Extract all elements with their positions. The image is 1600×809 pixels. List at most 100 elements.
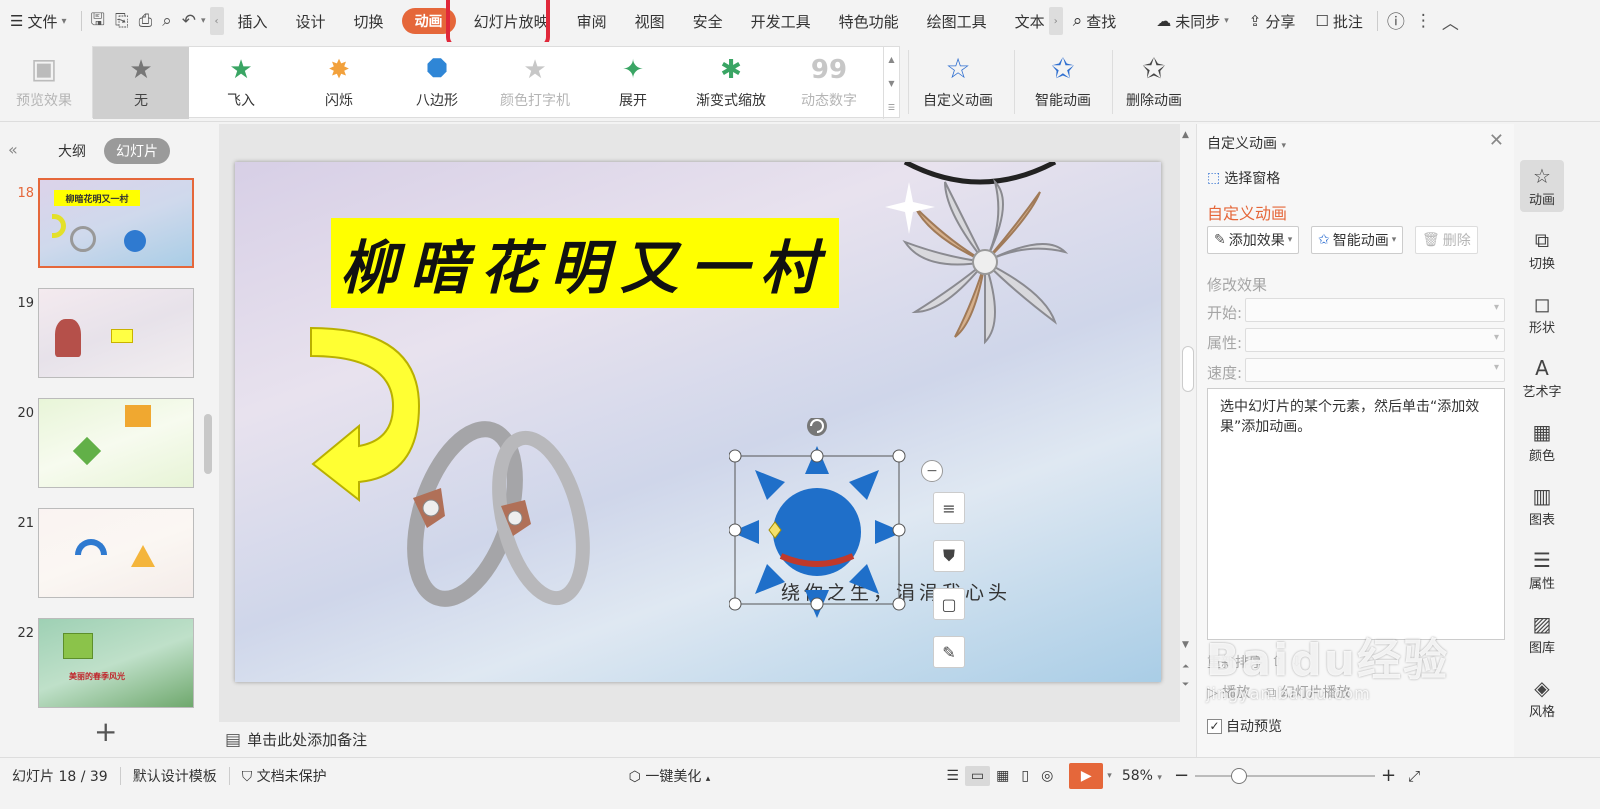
panel-header[interactable]: 自定义动画 ▾	[1207, 133, 1286, 153]
scroll-thumb[interactable]	[1182, 346, 1194, 392]
sidebar-item-property[interactable]: ☰ 属性	[1520, 544, 1564, 596]
zoom-out-icon[interactable]: −	[1168, 765, 1195, 786]
sidebar-item-gallery[interactable]: ▨ 图库	[1520, 608, 1564, 660]
template-name[interactable]: 默认设计模板	[121, 766, 229, 786]
normal-view-icon[interactable]: ▭	[964, 765, 991, 786]
chevron-down-icon[interactable]: ▾	[1103, 771, 1116, 781]
help-icon[interactable]: ⓘ	[1382, 8, 1410, 34]
tab-insert[interactable]: 插入	[224, 0, 282, 42]
comment-button[interactable]: ☐ 批注	[1305, 0, 1372, 42]
sidebar-item-art-text[interactable]: A 艺术字	[1520, 352, 1564, 404]
sidebar-item-switch[interactable]: ⧉ 切换	[1520, 224, 1564, 276]
search-button[interactable]: ⌕ 查找	[1063, 0, 1127, 42]
zoom-in-icon[interactable]: +	[1375, 765, 1402, 786]
property-select[interactable]	[1245, 328, 1505, 352]
gallery-item-typewriter[interactable]: ★ 颜色打字机	[485, 47, 585, 119]
layer-tool-button[interactable]: ≡	[933, 492, 965, 524]
smart-animation-button[interactable]: ✩ 智能动画	[1018, 46, 1108, 118]
expand-gallery-icon[interactable]: ☰	[888, 103, 895, 112]
next-slide-icon[interactable]: ⏷	[1182, 680, 1189, 690]
slide-thumbnail-22[interactable]: 美丽的春季风光	[38, 618, 194, 708]
canvas-scrollbar[interactable]: ▲ ▼ ⏶ ⏷	[1180, 124, 1196, 757]
scroll-up-icon[interactable]: ▲	[1182, 130, 1189, 140]
gallery-item-zoom[interactable]: ✱ 渐变式缩放	[681, 47, 781, 119]
tab-security[interactable]: 安全	[679, 0, 737, 42]
scroll-up-icon[interactable]: ▲	[888, 55, 894, 64]
delete-animation-button[interactable]: ✩ 删除动画	[1116, 46, 1192, 118]
sidebar-item-animation[interactable]: ☆ 动画	[1520, 160, 1564, 212]
tab-slideshow[interactable]: 幻灯片放映	[460, 0, 563, 42]
notes-bar[interactable]: ▤ 单击此处添加备注	[219, 722, 1180, 757]
thumbnail-scrollbar[interactable]	[204, 414, 212, 474]
gallery-item-fly-in[interactable]: ★ 飞入	[191, 47, 291, 119]
tab-design[interactable]: 设计	[282, 0, 340, 42]
zoom-level[interactable]: 58% ▾	[1116, 768, 1168, 784]
auto-preview-checkbox[interactable]: ✓ 自动预览	[1207, 716, 1282, 736]
fill-tool-button[interactable]: ⛊	[933, 540, 965, 572]
zoom-slider[interactable]	[1195, 767, 1376, 784]
beautify-button[interactable]: ⬡ 一键美化 ▴	[617, 766, 723, 786]
sidebar-item-shape[interactable]: ◻ 形状	[1520, 288, 1564, 340]
tabs-scroll-left-button[interactable]: ‹	[209, 7, 224, 35]
tab-drawing-tools[interactable]: 绘图工具	[913, 0, 1001, 42]
delete-button[interactable]: 🗑 删除	[1415, 226, 1478, 254]
reading-view-icon[interactable]: ▯	[1015, 768, 1035, 784]
presenter-view-icon[interactable]: ◎	[1035, 768, 1059, 784]
tab-review[interactable]: 审阅	[563, 0, 621, 42]
gallery-item-octagon[interactable]: ⯃ 八边形	[387, 47, 487, 119]
sidebar-item-chart[interactable]: ▥ 图表	[1520, 480, 1564, 532]
more-icon[interactable]: ⋮	[1410, 11, 1437, 31]
tab-features[interactable]: 特色功能	[825, 0, 913, 42]
smart-animation-panel-button[interactable]: ✩ 智能动画 ▾	[1311, 226, 1404, 254]
file-menu[interactable]: ☰ 文件 ▾	[0, 0, 77, 42]
tab-view[interactable]: 视图	[621, 0, 679, 42]
gallery-scroll[interactable]: ▲ ▼ ☰	[883, 47, 899, 119]
undo-icon[interactable]: ↶	[177, 11, 201, 31]
start-select[interactable]	[1245, 298, 1505, 322]
slide-thumbnail-21[interactable]	[38, 508, 194, 598]
fit-window-icon[interactable]: ⤢	[1402, 767, 1426, 785]
play-slideshow-button[interactable]: ▶	[1069, 762, 1104, 789]
slide-thumbnail-19[interactable]	[38, 288, 194, 378]
notes-view-icon[interactable]: ☰	[940, 768, 965, 784]
close-icon[interactable]: ✕	[1489, 130, 1504, 151]
tabs-scroll-right-button[interactable]: ›	[1048, 7, 1063, 35]
collapse-ribbon-icon[interactable]: ︿	[1437, 9, 1464, 34]
tab-slides[interactable]: 幻灯片	[104, 138, 170, 164]
gallery-item-none[interactable]: ★ 无	[93, 47, 189, 119]
tab-animation[interactable]: 动画	[398, 0, 460, 42]
collapse-panel-icon[interactable]: «	[8, 140, 18, 159]
gallery-item-expand[interactable]: ✦ 展开	[583, 47, 683, 119]
scroll-down-icon[interactable]: ▼	[1182, 640, 1189, 650]
slide-title[interactable]: 柳暗花明又一村	[331, 218, 839, 308]
protect-status[interactable]: ⛉ 文档未保护	[230, 766, 339, 786]
prev-slide-icon[interactable]: ⏶	[1182, 662, 1189, 672]
share-button[interactable]: ⇪ 分享	[1239, 0, 1306, 42]
tab-text[interactable]: 文本	[1001, 0, 1049, 42]
slide-thumbnail-20[interactable]	[38, 398, 194, 488]
selected-sun-shape[interactable]	[729, 418, 929, 618]
custom-animation-button[interactable]: ☆ 自定义动画	[912, 46, 1004, 118]
print-icon[interactable]: ⎙	[134, 11, 158, 31]
sorter-view-icon[interactable]: ▦	[990, 768, 1015, 784]
animation-list[interactable]: 选中幻灯片的某个元素，然后单击“添加效果”添加动画。	[1207, 388, 1505, 640]
current-slide[interactable]: 柳暗花明又一村 绕你之生，涓涓我心头 − ≡ ⛊ ▢ ✎	[235, 162, 1161, 682]
zoom-slider-thumb[interactable]	[1231, 767, 1248, 784]
sidebar-item-color[interactable]: ▦ 颜色	[1520, 416, 1564, 468]
scroll-down-icon[interactable]: ▼	[888, 79, 894, 88]
sidebar-item-style[interactable]: ◈ 风格	[1520, 672, 1564, 724]
add-effect-button[interactable]: ✎ 添加效果 ▾	[1207, 226, 1300, 254]
undo-dropdown-icon[interactable]: ▾	[201, 16, 206, 26]
gallery-item-number[interactable]: 99 动态数字	[779, 47, 879, 119]
pendant-image[interactable]	[865, 162, 1095, 352]
tab-outline[interactable]: 大纲	[46, 138, 98, 164]
speed-select[interactable]	[1245, 358, 1505, 382]
selection-pane-button[interactable]: ⬚ 选择窗格	[1207, 168, 1280, 188]
shape-collapse-icon[interactable]: −	[921, 460, 943, 482]
tab-transition[interactable]: 切换	[340, 0, 398, 42]
rings-image[interactable]	[401, 418, 621, 682]
slide-thumbnail-18[interactable]: 柳暗花明又一村	[38, 178, 194, 268]
gallery-item-flash[interactable]: ✸ 闪烁	[289, 47, 389, 119]
sync-button[interactable]: ☁ 未同步 ▾	[1146, 0, 1239, 42]
preview-effect-button[interactable]: ▣ 预览效果	[10, 46, 78, 118]
